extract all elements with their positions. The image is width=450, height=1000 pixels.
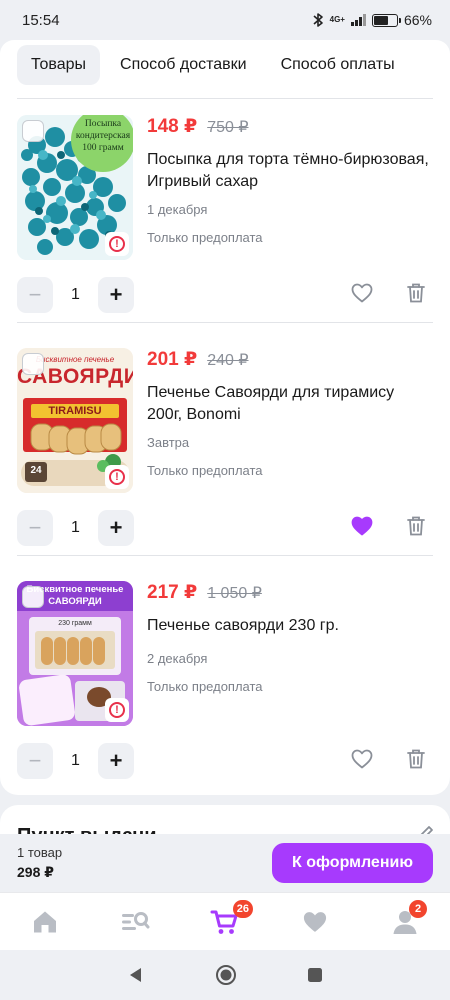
product-image[interactable]: Бисквитное печенье САВОЯРДИ 230 грамм ! [17, 581, 133, 726]
cart-item: Бисквитное печенье САВОЯРДИ TIRAMISU 24 … [0, 323, 450, 556]
trash-icon[interactable] [404, 747, 428, 771]
catalog-search-icon [122, 911, 150, 930]
home-icon [34, 911, 56, 932]
tab-delivery-method[interactable]: Способ доставки [106, 45, 261, 85]
battery-icon [371, 13, 401, 27]
cart-item: Бисквитное печенье САВОЯРДИ 230 грамм ! … [0, 556, 450, 789]
quantity-value: 1 [71, 519, 80, 536]
product-title[interactable]: Печенье савоярди 230 гр. [147, 615, 433, 637]
payment-note: Только предоплата [147, 230, 263, 245]
cart-items-card: Посыпка кондитерская 100 грамм ! 148 ₽ 7… [0, 90, 450, 795]
recents-icon[interactable] [307, 967, 323, 983]
cart-count-badge: 26 [232, 899, 253, 918]
image-caption-count: 24 [30, 465, 42, 476]
product-title[interactable]: Посыпка для торта тёмно-бирюзовая, Игрив… [147, 149, 433, 193]
status-icons: 4G+ 66% [312, 12, 432, 28]
image-caption-weight: 230 грамм [58, 620, 92, 627]
product-info: 148 ₽ 750 ₽ Посыпка для торта тёмно-бирю… [147, 115, 433, 245]
status-bar: 15:54 4G+ 66% [0, 0, 450, 40]
nav-catalog[interactable] [111, 902, 159, 942]
bluetooth-icon [313, 13, 323, 27]
battery-percent: 66% [403, 12, 432, 28]
delivery-date: Завтра [147, 435, 190, 450]
checkout-bar: 1 товар 298 ₽ К оформлению [0, 834, 450, 892]
price-current: 148 ₽ [147, 116, 198, 137]
status-time: 15:54 [22, 11, 60, 29]
payment-note: Только предоплата [147, 463, 263, 478]
product-image[interactable]: Бисквитное печенье САВОЯРДИ TIRAMISU 24 … [17, 348, 133, 493]
product-info: 217 ₽ 1 050 ₽ Печенье савоярди 230 гр. 2… [147, 581, 433, 694]
quantity-value: 1 [71, 286, 80, 303]
product-image[interactable]: Посыпка кондитерская 100 грамм ! [17, 115, 133, 260]
select-checkbox[interactable] [22, 120, 44, 142]
checkout-button[interactable]: К оформлению [272, 843, 433, 883]
cart-item: Посыпка кондитерская 100 грамм ! 148 ₽ 7… [0, 90, 450, 323]
increase-quantity-button[interactable]: + [98, 510, 134, 546]
trash-icon[interactable] [404, 514, 428, 538]
quantity-stepper: − 1 + [17, 277, 134, 313]
price-current: 217 ₽ [147, 582, 198, 603]
nav-cart[interactable]: 26 [201, 899, 253, 942]
image-caption: Посыпка кондитерская 100 грамм [75, 119, 131, 153]
checkout-tabs: Товары Способ доставки Способ оплаты [0, 40, 450, 90]
item-actions [350, 747, 428, 771]
bottom-navigation: 26 2 [0, 892, 450, 950]
price-old: 240 ₽ [207, 352, 249, 369]
quantity-stepper: − 1 + [17, 510, 134, 546]
delivery-date: 1 декабря [147, 202, 208, 217]
trash-icon[interactable] [404, 281, 428, 305]
price-old: 1 050 ₽ [207, 585, 262, 602]
decrease-quantity-button[interactable]: − [17, 743, 53, 779]
tab-payment-method[interactable]: Способ оплаты [267, 45, 409, 85]
item-actions [350, 281, 428, 305]
select-checkbox[interactable] [22, 353, 44, 375]
payment-note: Только предоплата [147, 679, 263, 694]
select-checkbox[interactable] [22, 586, 44, 608]
heart-icon[interactable] [350, 281, 374, 305]
profile-notification-badge: 2 [409, 899, 427, 918]
prepay-alert-icon: ! [105, 232, 129, 256]
decrease-quantity-button[interactable]: − [17, 277, 53, 313]
image-caption-pack: TIRAMISU [48, 405, 102, 417]
order-summary: 1 товар 298 ₽ [17, 845, 62, 881]
tab-goods[interactable]: Товары [17, 45, 101, 85]
heart-icon[interactable] [350, 747, 374, 771]
signal-icon [350, 14, 366, 26]
item-actions [350, 514, 428, 538]
system-navigation [0, 950, 450, 1000]
nav-home[interactable] [21, 902, 69, 942]
delivery-date: 2 декабря [147, 651, 208, 666]
product-info: 201 ₽ 240 ₽ Печенье Савоярди для тирамис… [147, 348, 433, 478]
heart-filled-icon[interactable] [350, 514, 374, 538]
prepay-alert-icon: ! [105, 698, 129, 722]
decrease-quantity-button[interactable]: − [17, 510, 53, 546]
heart-icon [303, 911, 327, 932]
nav-favorites[interactable] [291, 902, 339, 942]
quantity-value: 1 [71, 752, 80, 769]
product-title[interactable]: Печенье Савоярди для тирамису 200г, Bono… [147, 382, 433, 426]
price-old: 750 ₽ [207, 119, 249, 136]
network-type: 4G+ [329, 15, 345, 24]
order-total: 298 ₽ [17, 864, 54, 880]
back-icon[interactable] [127, 966, 145, 984]
increase-quantity-button[interactable]: + [98, 743, 134, 779]
nav-profile[interactable]: 2 [381, 899, 429, 942]
increase-quantity-button[interactable]: + [98, 277, 134, 313]
items-count: 1 товар [17, 845, 63, 860]
prepay-alert-icon: ! [105, 465, 129, 489]
price-current: 201 ₽ [147, 349, 198, 370]
quantity-stepper: − 1 + [17, 743, 134, 779]
home-circle-icon[interactable] [215, 964, 237, 986]
